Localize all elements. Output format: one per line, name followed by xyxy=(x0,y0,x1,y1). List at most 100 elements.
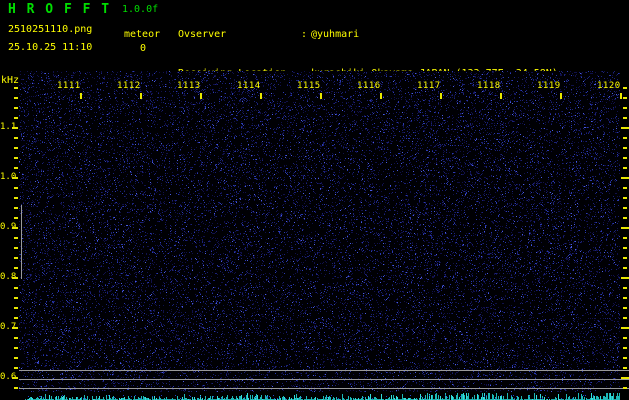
meteor-count-label: meteor xyxy=(124,29,161,40)
freq-minor-tick-right xyxy=(623,157,627,159)
date-time: 25.10.25 11:10 xyxy=(8,42,93,53)
freq-minor-tick-left xyxy=(14,137,18,139)
freq-axis-unit: kHz xyxy=(1,75,20,86)
time-axis-label: 1114 xyxy=(237,81,261,91)
hrofft-window: H R O F F T 1.0.0f 2510251110.png meteor… xyxy=(0,0,629,400)
time-axis-label: 1117 xyxy=(417,81,441,91)
freq-minor-tick-left xyxy=(14,387,18,389)
freq-minor-tick-left xyxy=(14,107,18,109)
freq-minor-tick-left xyxy=(14,117,18,119)
freq-minor-tick-left xyxy=(14,257,18,259)
freq-minor-tick-right xyxy=(623,257,627,259)
freq-minor-tick-right xyxy=(623,337,627,339)
freq-minor-tick-left xyxy=(14,297,18,299)
freq-major-tick-left xyxy=(12,277,18,279)
time-axis-tick xyxy=(560,93,562,99)
freq-minor-tick-left xyxy=(14,97,18,99)
carrier-line xyxy=(19,370,629,371)
freq-major-tick-left xyxy=(12,177,18,179)
time-axis-tick xyxy=(620,93,622,99)
freq-minor-tick-right xyxy=(623,287,627,289)
freq-minor-tick-right xyxy=(623,137,627,139)
time-axis-label: 1118 xyxy=(477,81,501,91)
time-axis-tick xyxy=(140,93,142,99)
freq-minor-tick-right xyxy=(623,317,627,319)
signal-level-trace xyxy=(19,392,629,400)
freq-minor-tick-left xyxy=(14,237,18,239)
freq-major-tick-left xyxy=(12,377,18,379)
carrier-line xyxy=(19,388,629,389)
freq-major-tick-right xyxy=(621,377,629,379)
freq-minor-tick-right xyxy=(623,387,627,389)
freq-minor-tick-right xyxy=(623,237,627,239)
info-value: @yuhmari xyxy=(311,29,360,40)
freq-major-tick-right xyxy=(621,327,629,329)
time-axis-tick xyxy=(380,93,382,99)
freq-minor-tick-right xyxy=(623,107,627,109)
freq-minor-tick-right xyxy=(623,367,627,369)
freq-minor-tick-left xyxy=(14,197,18,199)
time-axis-label: 1116 xyxy=(357,81,381,91)
time-axis-label: 1120 xyxy=(597,81,621,91)
time-axis-label: 1111 xyxy=(57,81,81,91)
info-separator: : xyxy=(301,29,308,40)
freq-major-tick-left xyxy=(12,327,18,329)
time-axis-tick xyxy=(260,93,262,99)
freq-minor-tick-right xyxy=(623,97,627,99)
app-title: H R O F F T xyxy=(8,2,111,17)
freq-minor-tick-left xyxy=(14,267,18,269)
freq-minor-tick-right xyxy=(623,307,627,309)
time-axis-tick xyxy=(200,93,202,99)
app-version: 1.0.0f xyxy=(122,4,159,15)
freq-minor-tick-right xyxy=(623,187,627,189)
freq-minor-tick-right xyxy=(623,87,627,89)
output-filename: 2510251110.png xyxy=(8,24,93,35)
freq-minor-tick-right xyxy=(623,167,627,169)
calibration-bar xyxy=(21,205,22,279)
info-label: Ovserver xyxy=(178,29,227,40)
freq-minor-tick-right xyxy=(623,267,627,269)
freq-minor-tick-right xyxy=(623,207,627,209)
station-info-row: Ovserver: @yuhmari xyxy=(178,28,558,41)
freq-major-tick-right xyxy=(621,227,629,229)
freq-major-tick-right xyxy=(621,177,629,179)
time-axis-tick xyxy=(320,93,322,99)
freq-minor-tick-right xyxy=(623,357,627,359)
freq-minor-tick-right xyxy=(623,217,627,219)
freq-minor-tick-left xyxy=(14,157,18,159)
freq-minor-tick-left xyxy=(14,147,18,149)
freq-minor-tick-left xyxy=(14,307,18,309)
time-axis-label: 1119 xyxy=(537,81,561,91)
freq-minor-tick-right xyxy=(623,117,627,119)
freq-minor-tick-right xyxy=(623,247,627,249)
freq-major-tick-right xyxy=(621,277,629,279)
freq-major-tick-left xyxy=(12,127,18,129)
freq-major-tick-left xyxy=(12,227,18,229)
freq-minor-tick-left xyxy=(14,367,18,369)
freq-minor-tick-left xyxy=(14,187,18,189)
time-axis-label: 1115 xyxy=(297,81,321,91)
freq-minor-tick-left xyxy=(14,167,18,169)
freq-major-tick-right xyxy=(621,127,629,129)
freq-minor-tick-left xyxy=(14,87,18,89)
freq-minor-tick-left xyxy=(14,357,18,359)
freq-minor-tick-left xyxy=(14,217,18,219)
meteor-count-value: 0 xyxy=(140,43,147,54)
freq-minor-tick-left xyxy=(14,317,18,319)
freq-minor-tick-left xyxy=(14,287,18,289)
freq-minor-tick-right xyxy=(623,147,627,149)
time-axis-label: 1113 xyxy=(177,81,201,91)
freq-minor-tick-right xyxy=(623,297,627,299)
time-axis-tick xyxy=(500,93,502,99)
freq-minor-tick-right xyxy=(623,197,627,199)
freq-minor-tick-left xyxy=(14,207,18,209)
spectrogram-noise xyxy=(19,71,620,392)
freq-minor-tick-left xyxy=(14,337,18,339)
freq-minor-tick-left xyxy=(14,347,18,349)
carrier-line xyxy=(19,379,629,380)
time-axis-label: 1112 xyxy=(117,81,141,91)
time-axis-tick xyxy=(80,93,82,99)
freq-minor-tick-left xyxy=(14,247,18,249)
time-axis-tick xyxy=(440,93,442,99)
freq-minor-tick-right xyxy=(623,347,627,349)
